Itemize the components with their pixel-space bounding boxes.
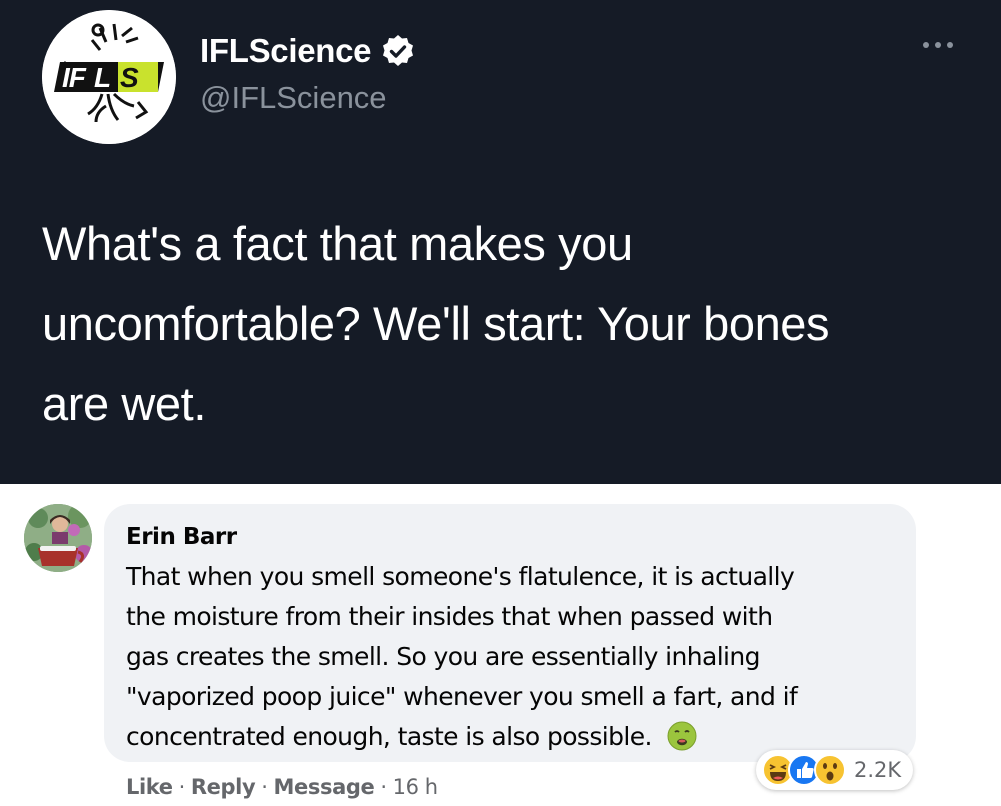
tweet-text: What's a fact that makes you uncomfortab… — [42, 204, 972, 444]
svg-text:S: S — [120, 62, 139, 93]
nauseated-face-icon — [667, 721, 697, 751]
commenter-avatar-image — [24, 504, 92, 572]
more-options-button[interactable] — [914, 30, 962, 60]
reactions-count: 2.2K — [854, 758, 902, 782]
comment-actions: Like · Reply · Message · 16 h — [126, 772, 438, 802]
tweet-text-line: uncomfortable? We'll start: Your bones — [42, 297, 830, 350]
wow-reaction-icon — [814, 754, 846, 786]
comment-text-last: concentrated enough, taste is also possi… — [126, 721, 697, 753]
separator: · — [261, 775, 268, 799]
separator: · — [380, 775, 387, 799]
message-link[interactable]: Message — [274, 775, 375, 799]
tweet-handle[interactable]: @IFLScience — [200, 80, 387, 116]
comment-text-line: gas creates the smell. So you are essent… — [126, 642, 761, 671]
iflscience-avatar[interactable]: IF L S — [42, 10, 176, 144]
reactions-summary[interactable]: 2.2K — [756, 750, 914, 790]
tweet-text-line: are wet. — [42, 377, 206, 430]
comment-timestamp[interactable]: 16 h — [393, 775, 439, 799]
ifls-logo-icon: IF L S — [42, 10, 176, 144]
separator: · — [178, 775, 186, 799]
tweet-display-name[interactable]: IFLScience — [200, 32, 372, 70]
comment-author[interactable]: Erin Barr — [126, 524, 237, 550]
tweet-author-row: IFLScience — [200, 30, 415, 72]
comment-text-line: concentrated enough, taste is also possi… — [126, 722, 652, 751]
like-link[interactable]: Like — [126, 775, 173, 799]
comment-section: Erin Barr That when you smell someone's … — [0, 484, 1001, 806]
verified-badge-icon — [383, 35, 414, 66]
comment-text-line: "vaporized poop juice" whenever you smel… — [126, 682, 798, 711]
commenter-avatar[interactable] — [24, 504, 92, 572]
svg-text:IF: IF — [62, 62, 87, 93]
tweet-card: IF L S IFLScience @IFLScience What's a f… — [0, 0, 1001, 484]
comment-text-line: That when you smell someone's flatulence… — [126, 562, 795, 591]
comment-text-line: the moisture from their insides that whe… — [126, 602, 773, 631]
comment-bubble: Erin Barr That when you smell someone's … — [104, 504, 916, 762]
reply-link[interactable]: Reply — [191, 775, 256, 799]
tweet-text-line: What's a fact that makes you — [42, 217, 633, 270]
svg-text:L: L — [94, 62, 110, 93]
more-options-icon — [923, 42, 953, 48]
